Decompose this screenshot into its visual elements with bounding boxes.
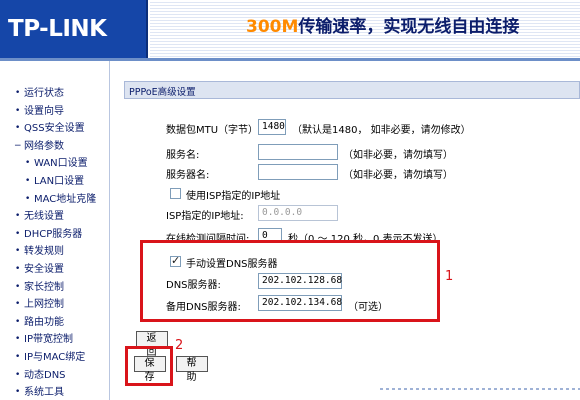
banner-text: 传输速率，实现无线自由连接 — [298, 17, 520, 37]
sidebar-item-label: QSS安全设置 — [24, 123, 85, 135]
sidebar-item[interactable]: − 网络参数 — [0, 138, 108, 156]
sidebar-item-label: WAN口设置 — [34, 158, 88, 170]
sidebar-item-label: 转发规则 — [24, 246, 64, 258]
sidebar-item[interactable]: • 无线设置 — [0, 208, 108, 226]
sidebar-item-label: 系统工具 — [24, 387, 64, 399]
mtu-label: 数据包MTU（字节）: — [166, 125, 262, 136]
service-name-label: 服务名: — [166, 150, 200, 161]
server-name-label: 服务器名: — [166, 170, 210, 181]
bullet-icon: • — [15, 263, 21, 274]
sidebar-item[interactable]: • DHCP服务器 — [0, 226, 108, 244]
sidebar-item-label: 家长控制 — [24, 281, 64, 293]
bullet-icon: • — [15, 299, 21, 310]
sidebar-item-label: 上网控制 — [24, 299, 64, 311]
mtu-hint: （默认是1480， 如非必要，请勿修改） — [292, 125, 471, 136]
sidebar-item[interactable]: • IP与MAC绑定 — [0, 349, 108, 367]
sidebar-item-label: MAC地址克隆 — [34, 193, 97, 205]
sidebar-item-label: 网络参数 — [24, 140, 64, 152]
sidebar-item[interactable]: • 上网控制 — [0, 296, 108, 314]
bullet-icon: • — [15, 334, 21, 345]
isp-ip-label: ISP指定的IP地址: — [166, 211, 244, 222]
sidebar-item-label: IP与MAC绑定 — [24, 351, 86, 363]
annotation-marker-1: 1 — [445, 269, 454, 284]
use-isp-ip-checkbox[interactable] — [170, 188, 181, 199]
sidebar-item[interactable]: • WAN口设置 — [0, 155, 108, 173]
banner: 300M传输速率，实现无线自由连接 — [150, 0, 580, 60]
banner-slogan: 300M传输速率，实现无线自由连接 — [246, 12, 519, 37]
annotation-marker-2: 2 — [175, 338, 184, 353]
sidebar-item[interactable]: • 转发规则 — [0, 243, 108, 261]
mtu-input[interactable]: 1480 — [258, 119, 286, 135]
bullet-icon: • — [15, 211, 21, 222]
isp-ip-input[interactable]: 0.0.0.0 — [258, 205, 338, 221]
banner-highlight: 300M — [246, 17, 299, 37]
sidebar-item[interactable]: • 运行状态 — [0, 85, 108, 103]
main-content: PPPoE高级设置 数据包MTU（字节）: 1480 （默认是1480， 如非必… — [118, 76, 580, 400]
bullet-icon: • — [15, 316, 21, 327]
sidebar-item-label: 无线设置 — [24, 211, 64, 223]
help-button[interactable]: 帮助 — [176, 356, 208, 383]
bullet-icon: • — [15, 105, 21, 116]
bullet-icon: • — [15, 123, 21, 134]
sidebar-item[interactable]: • MAC地址克隆 — [0, 191, 108, 209]
bullet-icon: • — [15, 369, 21, 380]
sidebar-item[interactable]: • 安全设置 — [0, 261, 108, 279]
panel-title-bar: PPPoE高级设置 — [124, 81, 580, 99]
sidebar-item[interactable]: • 系统工具 — [0, 384, 108, 400]
annotation-box-dns — [140, 240, 440, 322]
bullet-icon: • — [15, 281, 21, 292]
annotation-box-save — [125, 346, 173, 386]
sidebar-item[interactable]: • 家长控制 — [0, 279, 108, 297]
bullet-icon: • — [25, 158, 31, 169]
sidebar-item[interactable]: • 路由功能 — [0, 314, 108, 332]
sidebar-item[interactable]: • IP带宽控制 — [0, 331, 108, 349]
sidebar-item-label: 安全设置 — [24, 263, 64, 275]
use-isp-ip-label: 使用ISP指定的IP地址 — [186, 191, 281, 202]
sidebar-item[interactable]: • QSS安全设置 — [0, 120, 108, 138]
service-name-hint: （如非必要，请勿填写） — [343, 150, 453, 161]
tp-link-logo: TP-LINK — [0, 0, 148, 60]
sidebar-item-label: 动态DNS — [24, 369, 66, 381]
header: TP-LINK 300M传输速率，实现无线自由连接 — [0, 0, 580, 61]
logo-text: TP-LINK — [8, 16, 107, 42]
sidebar-item-label: DHCP服务器 — [24, 228, 83, 240]
back-button[interactable]: 返回 — [136, 331, 168, 358]
bullet-icon: • — [25, 175, 31, 186]
sidebar-item[interactable]: • 设置向导 — [0, 103, 108, 121]
bullet-icon: • — [25, 193, 31, 204]
sidebar-item[interactable]: • 动态DNS — [0, 367, 108, 385]
sidebar-item-label: 路由功能 — [24, 316, 64, 328]
bullet-icon: • — [15, 88, 21, 98]
sidebar-item-label: 设置向导 — [24, 105, 64, 117]
sidebar-item[interactable]: • LAN口设置 — [0, 173, 108, 191]
bullet-icon: • — [15, 387, 21, 398]
sidebar-menu: • 运行状态 • 设置向导 • QSS安全设置 − 网络参数 • WAN口设置 • LAN口设置 • MA… — [0, 85, 108, 400]
bullet-icon: • — [15, 246, 21, 257]
sidebar-item-label: LAN口设置 — [34, 175, 85, 187]
bullet-icon: • — [15, 228, 21, 239]
server-name-input[interactable] — [258, 164, 338, 180]
panel-title: PPPoE高级设置 — [129, 87, 196, 98]
sidebar-item-label: IP带宽控制 — [24, 334, 73, 346]
dash-icon: − — [14, 140, 22, 151]
bullet-icon: • — [15, 351, 21, 362]
sidebar-item-label: 运行状态 — [24, 88, 64, 99]
sidebar: • 运行状态 • 设置向导 • QSS安全设置 − 网络参数 • WAN口设置 • LAN口设置 • MA… — [0, 61, 110, 400]
server-name-hint: （如非必要，请勿填写） — [343, 170, 453, 181]
footer-dashed-line — [380, 388, 580, 390]
service-name-input[interactable] — [258, 144, 338, 160]
